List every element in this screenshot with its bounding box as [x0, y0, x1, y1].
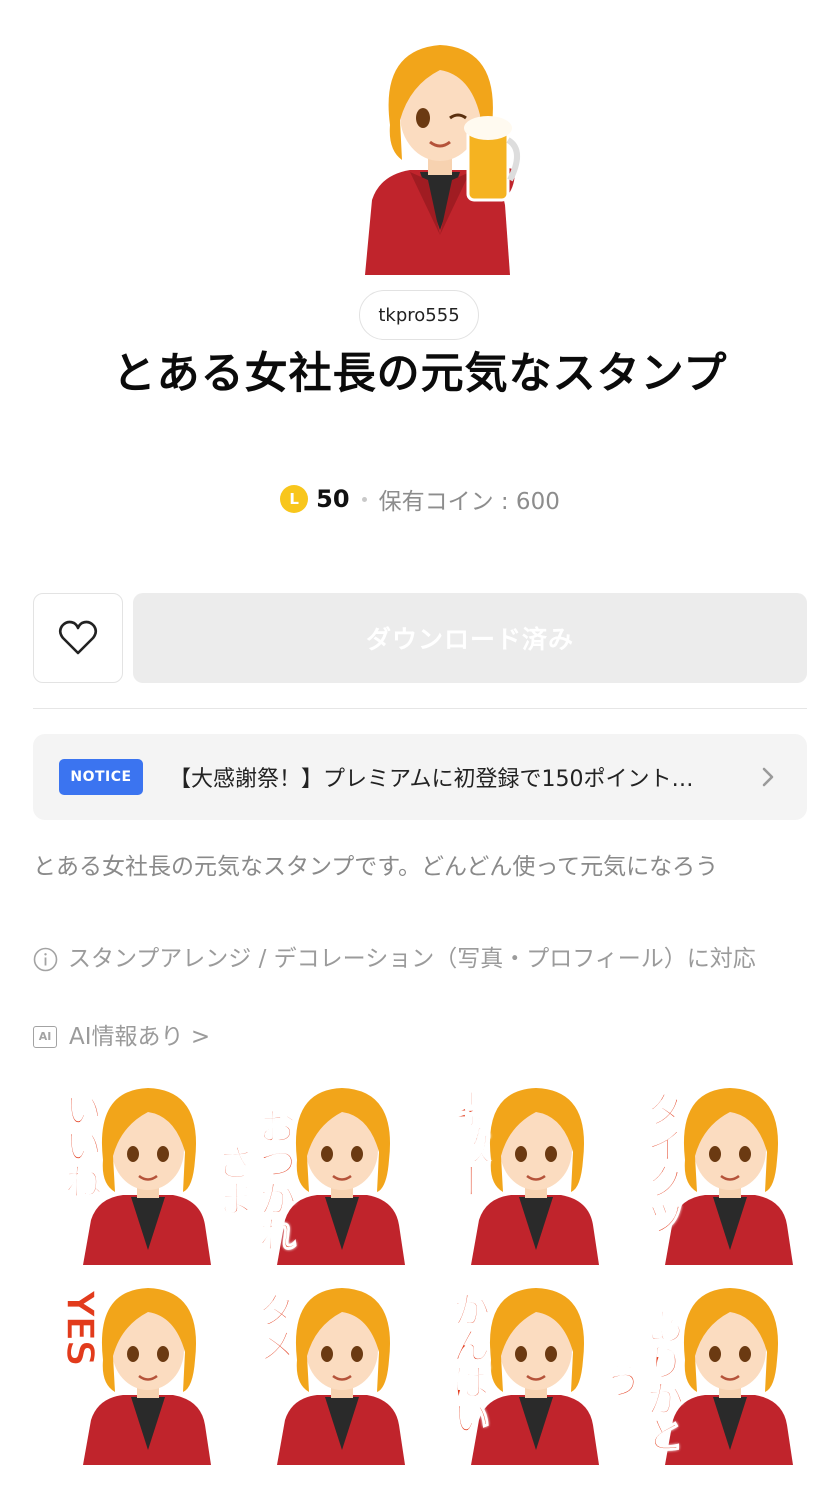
sticker-grid: いいね おつかれさま 素敵ー タイクツ YES ダメ かんぱい ありがとう — [33, 1080, 807, 1468]
sticker-item[interactable]: おつかれさま — [209, 1080, 417, 1268]
download-label: ダウンロード済み — [365, 625, 574, 654]
sticker-caption: ダメ — [251, 1289, 297, 1363]
author-chip[interactable]: tkpro555 — [359, 290, 479, 340]
sticker-caption: おつかれさま — [209, 1106, 297, 1252]
line-coin-icon: L — [280, 485, 309, 513]
sticker-item[interactable]: YES — [33, 1280, 223, 1468]
sticker-item[interactable]: 素敵ー — [421, 1080, 611, 1268]
divider — [33, 708, 807, 709]
sticker-caption: 素敵ー — [445, 1089, 491, 1199]
download-button[interactable]: ダウンロード済み — [133, 593, 807, 683]
chevron-right-icon — [762, 767, 774, 787]
separator-dot — [361, 496, 367, 502]
owned-coins: 保有コイン : 600 — [378, 489, 560, 515]
ai-icon: AI — [33, 1026, 57, 1048]
sticker-caption: YES — [57, 1289, 103, 1365]
coin-symbol: L — [289, 490, 299, 508]
sticker-item[interactable]: タイクツ — [615, 1080, 805, 1268]
heart-outline-icon — [58, 620, 98, 655]
sticker-caption: いいね — [57, 1089, 103, 1199]
price-value: 50 — [316, 485, 350, 513]
author-name: tkpro555 — [378, 304, 460, 326]
notice-badge: NOTICE — [59, 759, 143, 795]
sticker-item[interactable]: ダメ — [227, 1280, 417, 1468]
ai-info-link[interactable]: AI AI情報あり > — [33, 1022, 210, 1052]
main-sticker-image — [365, 45, 520, 275]
info-icon — [33, 947, 58, 972]
sticker-caption: ありがとう — [597, 1306, 685, 1452]
ai-info-text: AI情報あり > — [69, 1024, 211, 1050]
notice-text: 【大感謝祭！】プレミアムに初登録で150ポイント… — [169, 767, 694, 792]
notice-banner[interactable]: NOTICE 【大感謝祭！】プレミアムに初登録で150ポイント… — [33, 734, 807, 820]
favorite-button[interactable] — [33, 593, 123, 683]
sticker-caption: かんぱい — [445, 1289, 491, 1435]
arrange-info: スタンプアレンジ / デコレーション（写真・プロフィール）に対応 — [33, 944, 813, 974]
sticker-item[interactable]: いいね — [33, 1080, 223, 1268]
arrange-text: スタンプアレンジ / デコレーション（写真・プロフィール）に対応 — [68, 946, 756, 972]
sticker-item[interactable]: かんぱい — [421, 1280, 611, 1468]
sticker-set-title: とある女社長の元気なスタンプ — [112, 349, 728, 399]
description: とある女社長の元気なスタンプです。どんどん使って元気になろう — [33, 854, 719, 880]
price-row: L 50 保有コイン : 600 — [0, 478, 840, 520]
sticker-caption: タイクツ — [639, 1089, 685, 1235]
sticker-item[interactable]: ありがとう — [597, 1280, 805, 1468]
